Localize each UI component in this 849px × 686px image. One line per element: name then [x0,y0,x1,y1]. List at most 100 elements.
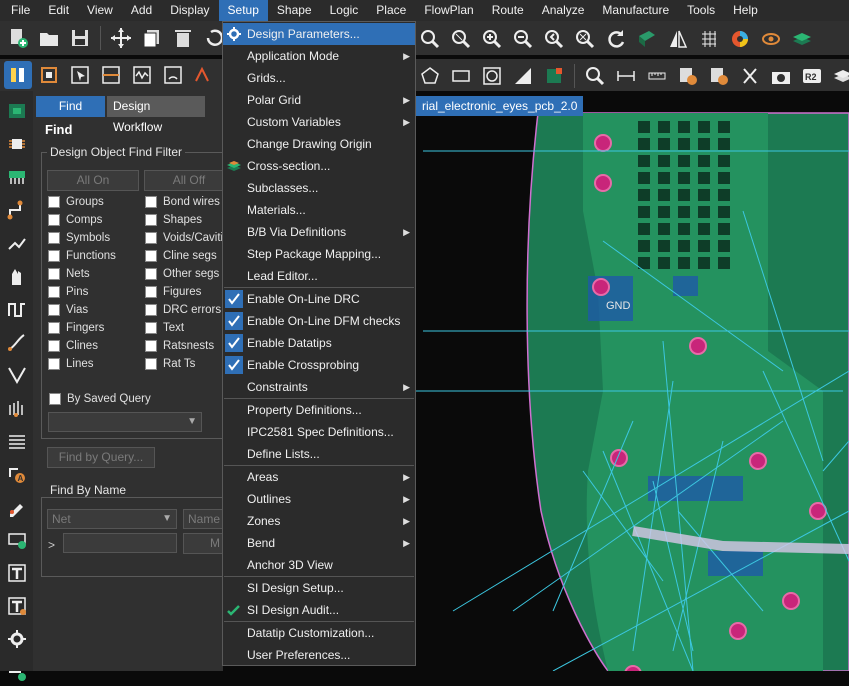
properties-icon[interactable] [705,62,733,90]
menu-item-enable-crossprobing[interactable]: Enable Crossprobing [223,354,415,376]
layer-compare-icon[interactable] [829,62,849,90]
checkbox-box[interactable] [145,196,157,208]
saved-query-checkbox[interactable]: By Saved Query [49,393,151,405]
save-icon[interactable] [66,24,94,52]
zoom-world-icon[interactable] [571,25,599,53]
polygon-icon[interactable] [416,62,444,90]
menu-item-b-b-via-definitions[interactable]: B/B Via Definitions ▶ [223,221,415,243]
shape-edit-icon[interactable] [540,62,568,90]
menu-item-property-definitions[interactable]: Property Definitions... [223,399,415,421]
zoom-out-icon[interactable] [509,25,537,53]
menu-item-design-parameters[interactable]: Design Parameters... [223,23,415,45]
text-edit-icon[interactable] [3,592,31,620]
3d-view-icon[interactable] [633,25,661,53]
filter-checkbox-bond-wires[interactable]: Bond wires [145,196,220,208]
pen-icon[interactable] [3,493,31,521]
zoom-previous-icon[interactable] [540,25,568,53]
zoom-window-icon[interactable] [447,25,475,53]
menu-view[interactable]: View [78,0,122,21]
menu-place[interactable]: Place [367,0,415,21]
checkbox-box[interactable] [145,214,157,226]
multi-route-icon[interactable] [3,394,31,422]
menu-item-constraints[interactable]: Constraints ▶ [223,376,415,398]
ruler-icon[interactable] [643,62,671,90]
menu-tools[interactable]: Tools [678,0,724,21]
filter-checkbox-nets[interactable]: Nets [48,268,90,280]
filter-checkbox-text[interactable]: Text [145,322,184,334]
checkbox-box[interactable] [48,214,60,226]
fanout-icon[interactable] [3,361,31,389]
checkbox-box[interactable] [48,340,60,352]
menu-item-subclasses[interactable]: Subclasses... [223,177,415,199]
menu-item-enable-datatips[interactable]: Enable Datatips [223,332,415,354]
menu-item-enable-on-line-dfm-checks[interactable]: Enable On-Line DFM checks [223,310,415,332]
menu-item-outlines[interactable]: Outlines ▶ [223,488,415,510]
filter-checkbox-ratsnests[interactable]: Ratsnests [145,340,214,352]
filter-checkbox-pins[interactable]: Pins [48,286,88,298]
menu-file[interactable]: File [2,0,39,21]
connector-icon[interactable] [3,163,31,191]
menu-edit[interactable]: Edit [39,0,78,21]
shape-add-icon[interactable] [3,526,31,554]
more-button[interactable]: M [183,533,223,554]
menu-display[interactable]: Display [161,0,218,21]
shape-fill-icon[interactable] [509,62,537,90]
chip-icon[interactable] [3,130,31,158]
saved-query-combo[interactable]: ▼ [48,412,202,432]
delay-tune-icon[interactable] [3,295,31,323]
gear-tool-icon[interactable] [3,625,31,653]
text-add-icon[interactable] [3,559,31,587]
filter-checkbox-other-segs[interactable]: Other segs [145,268,219,280]
assign-net-icon[interactable] [674,62,702,90]
checkbox-box[interactable] [145,304,157,316]
filter-checkbox-figures[interactable]: Figures [145,286,201,298]
pcb-board-icon[interactable] [3,97,31,125]
filter-checkbox-rat-ts[interactable]: Rat Ts [145,358,195,370]
filter-checkbox-comps[interactable]: Comps [48,214,102,226]
menu-item-zones[interactable]: Zones ▶ [223,510,415,532]
waveform-icon[interactable] [190,61,218,89]
document-tab[interactable]: rial_electronic_eyes_pcb_2.0 [416,96,584,116]
route-connect-icon[interactable] [3,196,31,224]
menu-item-change-drawing-origin[interactable]: Change Drawing Origin [223,133,415,155]
filter-checkbox-drc-errors[interactable]: DRC errors [145,304,221,316]
circle-icon[interactable] [478,62,506,90]
filter-checkbox-symbols[interactable]: Symbols [48,232,110,244]
layer-stack-icon[interactable] [788,25,816,53]
color-palette-icon[interactable] [726,25,754,53]
analysis-icon[interactable] [159,61,187,89]
menu-help[interactable]: Help [724,0,767,21]
name-input[interactable] [63,533,177,553]
grid-toggle-icon[interactable] [695,25,723,53]
auto-route-icon[interactable]: A [3,460,31,488]
menu-manufacture[interactable]: Manufacture [593,0,678,21]
signal-edit-icon[interactable] [128,61,156,89]
placement-edit-icon[interactable] [35,61,63,89]
menu-logic[interactable]: Logic [321,0,368,21]
checkbox-box[interactable] [49,393,61,405]
filter-checkbox-lines[interactable]: Lines [48,358,94,370]
menu-item-si-design-setup[interactable]: SI Design Setup... [223,577,415,599]
tab-design-workflow[interactable]: Design Workflow [107,96,205,134]
menu-item-si-design-audit[interactable]: SI Design Audit... [223,599,415,621]
redraw-icon[interactable] [602,25,630,53]
name-combo[interactable]: Name [183,509,223,529]
menu-item-define-lists[interactable]: Define Lists... [223,443,415,465]
camera-icon[interactable] [767,62,795,90]
menu-route[interactable]: Route [483,0,533,21]
new-design-icon[interactable] [4,24,32,52]
checkbox-box[interactable] [145,286,157,298]
menu-item-enable-on-line-drc[interactable]: Enable On-Line DRC [223,288,415,310]
menu-flowplan[interactable]: FlowPlan [415,0,482,21]
net-combo[interactable]: Net ▼ [47,509,177,529]
checkbox-box[interactable] [48,232,60,244]
lines-icon[interactable] [3,427,31,455]
menu-item-cross-section[interactable]: Cross-section... [223,155,415,177]
filter-checkbox-clines[interactable]: Clines [48,340,98,352]
etch-edit-icon[interactable] [97,61,125,89]
measure-icon[interactable] [581,62,609,90]
hand-icon[interactable] [3,262,31,290]
open-folder-icon[interactable] [35,24,63,52]
filter-checkbox-groups[interactable]: Groups [48,196,104,208]
menu-add[interactable]: Add [122,0,161,21]
